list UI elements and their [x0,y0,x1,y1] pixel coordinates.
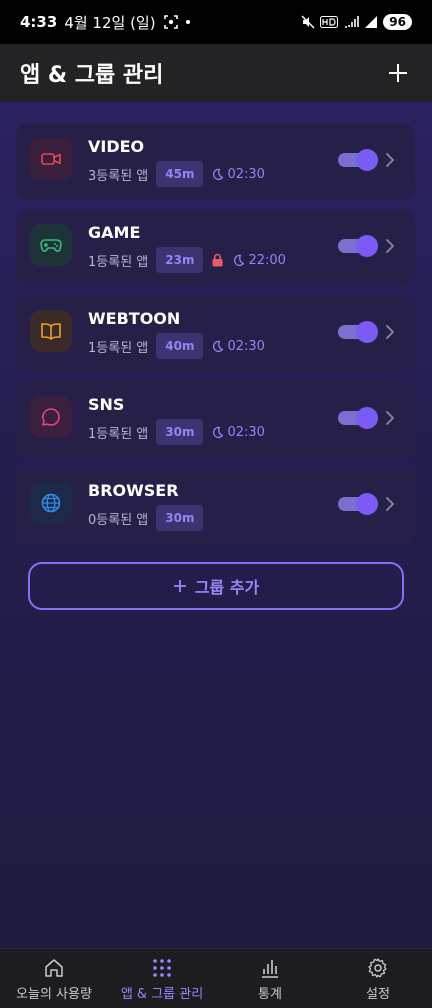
chevron-right-icon[interactable] [382,149,398,171]
group-card[interactable]: GAME 1등록된 앱 23m 22:00 [16,210,415,286]
plus-icon [173,580,186,592]
bedtime-indicator: 02:30 [211,166,265,182]
group-meta: 1등록된 앱 23m 22:00 [88,246,286,274]
nav-item-usage[interactable]: 오늘의 사용량 [0,949,108,1008]
nav-label-manage: 앱 & 그룹 관리 [120,987,204,1002]
group-card[interactable]: WEBTOON 1등록된 앱 40m 02:30 [16,296,415,372]
add-group-label: 그룹 추가 [194,578,260,597]
bedtime-value: 22:00 [248,252,286,268]
bedtime-indicator: 02:30 [211,424,265,440]
chevron-right-icon[interactable] [382,407,398,429]
nav-label-stats: 통계 [258,987,282,1002]
chat-bubble-icon [30,396,72,438]
group-card[interactable]: VIDEO 3등록된 앱 45m 02:30 [16,124,415,200]
moon-icon [213,168,224,180]
moon-icon [234,254,245,266]
group-list: VIDEO 3등록된 앱 45m 02:30 GAME 1등록된 앱 23m 22:… [0,102,432,948]
group-enabled-toggle[interactable] [338,321,378,343]
status-time: 4:33 [20,13,58,31]
bedtime-value: 02:30 [227,424,265,440]
status-date: 4월 12일 (일) [64,13,156,32]
group-enabled-toggle[interactable] [338,235,378,257]
group-meta: 1등록된 앱 30m 02:30 [88,418,265,446]
screenshot-icon [163,15,178,29]
toggle-thumb [356,493,378,515]
page-title: 앱 & 그룹 관리 [20,63,164,88]
registered-apps-count: 3등록된 앱 [88,168,149,184]
nav-item-stats[interactable]: 통계 [216,949,324,1008]
bottom-nav: 오늘의 사용량 앱 & 그룹 관리 통계 설정 [0,948,432,1008]
group-name: WEBTOON [88,309,181,328]
bar-chart-icon [262,960,278,978]
group-name: BROWSER [88,481,179,500]
signal-icon [365,16,378,28]
nav-item-manage[interactable]: 앱 & 그룹 관리 [108,949,216,1008]
bedtime-indicator: 02:30 [211,338,265,354]
lock-icon [212,253,223,267]
app-header: 앱 & 그룹 관리 [0,44,432,102]
group-card[interactable]: BROWSER 0등록된 앱 30m [16,468,415,544]
group-enabled-toggle[interactable] [338,407,378,429]
toggle-thumb [356,235,378,257]
time-limit-badge: 40m [156,333,204,359]
toggle-thumb [356,149,378,171]
registered-apps-count: 1등록된 앱 [88,254,149,270]
video-camera-icon [30,138,72,180]
group-card[interactable]: SNS 1등록된 앱 30m 02:30 [16,382,415,458]
bedtime-indicator: 22:00 [232,252,286,268]
toggle-thumb [356,407,378,429]
moon-icon [213,426,224,438]
grid-dots-icon [153,959,171,977]
group-enabled-toggle[interactable] [338,493,378,515]
home-icon [45,959,63,977]
book-icon [30,310,72,352]
signal-5g-icon [345,16,360,28]
nav-label-settings: 설정 [366,987,390,1002]
chevron-right-icon[interactable] [382,321,398,343]
gamepad-icon [30,224,72,266]
battery-level: 96 [383,14,412,30]
lock-indicator [211,253,224,267]
time-limit-badge: 45m [156,161,204,187]
registered-apps-count: 1등록된 앱 [88,340,149,356]
chevron-right-icon[interactable] [382,235,398,257]
group-meta: 1등록된 앱 40m 02:30 [88,332,265,360]
group-enabled-toggle[interactable] [338,149,378,171]
group-name: VIDEO [88,137,145,156]
group-name: GAME [88,223,141,242]
group-meta: 0등록된 앱 30m [88,504,204,532]
bedtime-value: 02:30 [227,166,265,182]
time-limit-badge: 30m [156,505,204,531]
registered-apps-count: 1등록된 앱 [88,426,149,442]
gear-icon [368,958,387,978]
plus-icon[interactable] [384,59,412,87]
group-name: SNS [88,395,125,414]
nav-item-settings[interactable]: 설정 [324,949,432,1008]
add-group-button[interactable]: 그룹 추가 [28,562,404,610]
toggle-thumb [356,321,378,343]
moon-icon [213,340,224,352]
chevron-right-icon[interactable] [382,493,398,515]
group-meta: 3등록된 앱 45m 02:30 [88,160,265,188]
registered-apps-count: 0등록된 앱 [88,512,149,528]
nav-label-usage: 오늘의 사용량 [16,987,92,1002]
hd-icon [320,16,339,28]
bedtime-value: 02:30 [227,338,265,354]
time-limit-badge: 30m [156,419,204,445]
mute-icon [301,15,315,29]
status-bar: 4:33 4월 12일 (일) 96 [0,0,432,44]
globe-icon [30,482,72,524]
notification-dot-icon [185,20,190,24]
time-limit-badge: 23m [156,247,204,273]
